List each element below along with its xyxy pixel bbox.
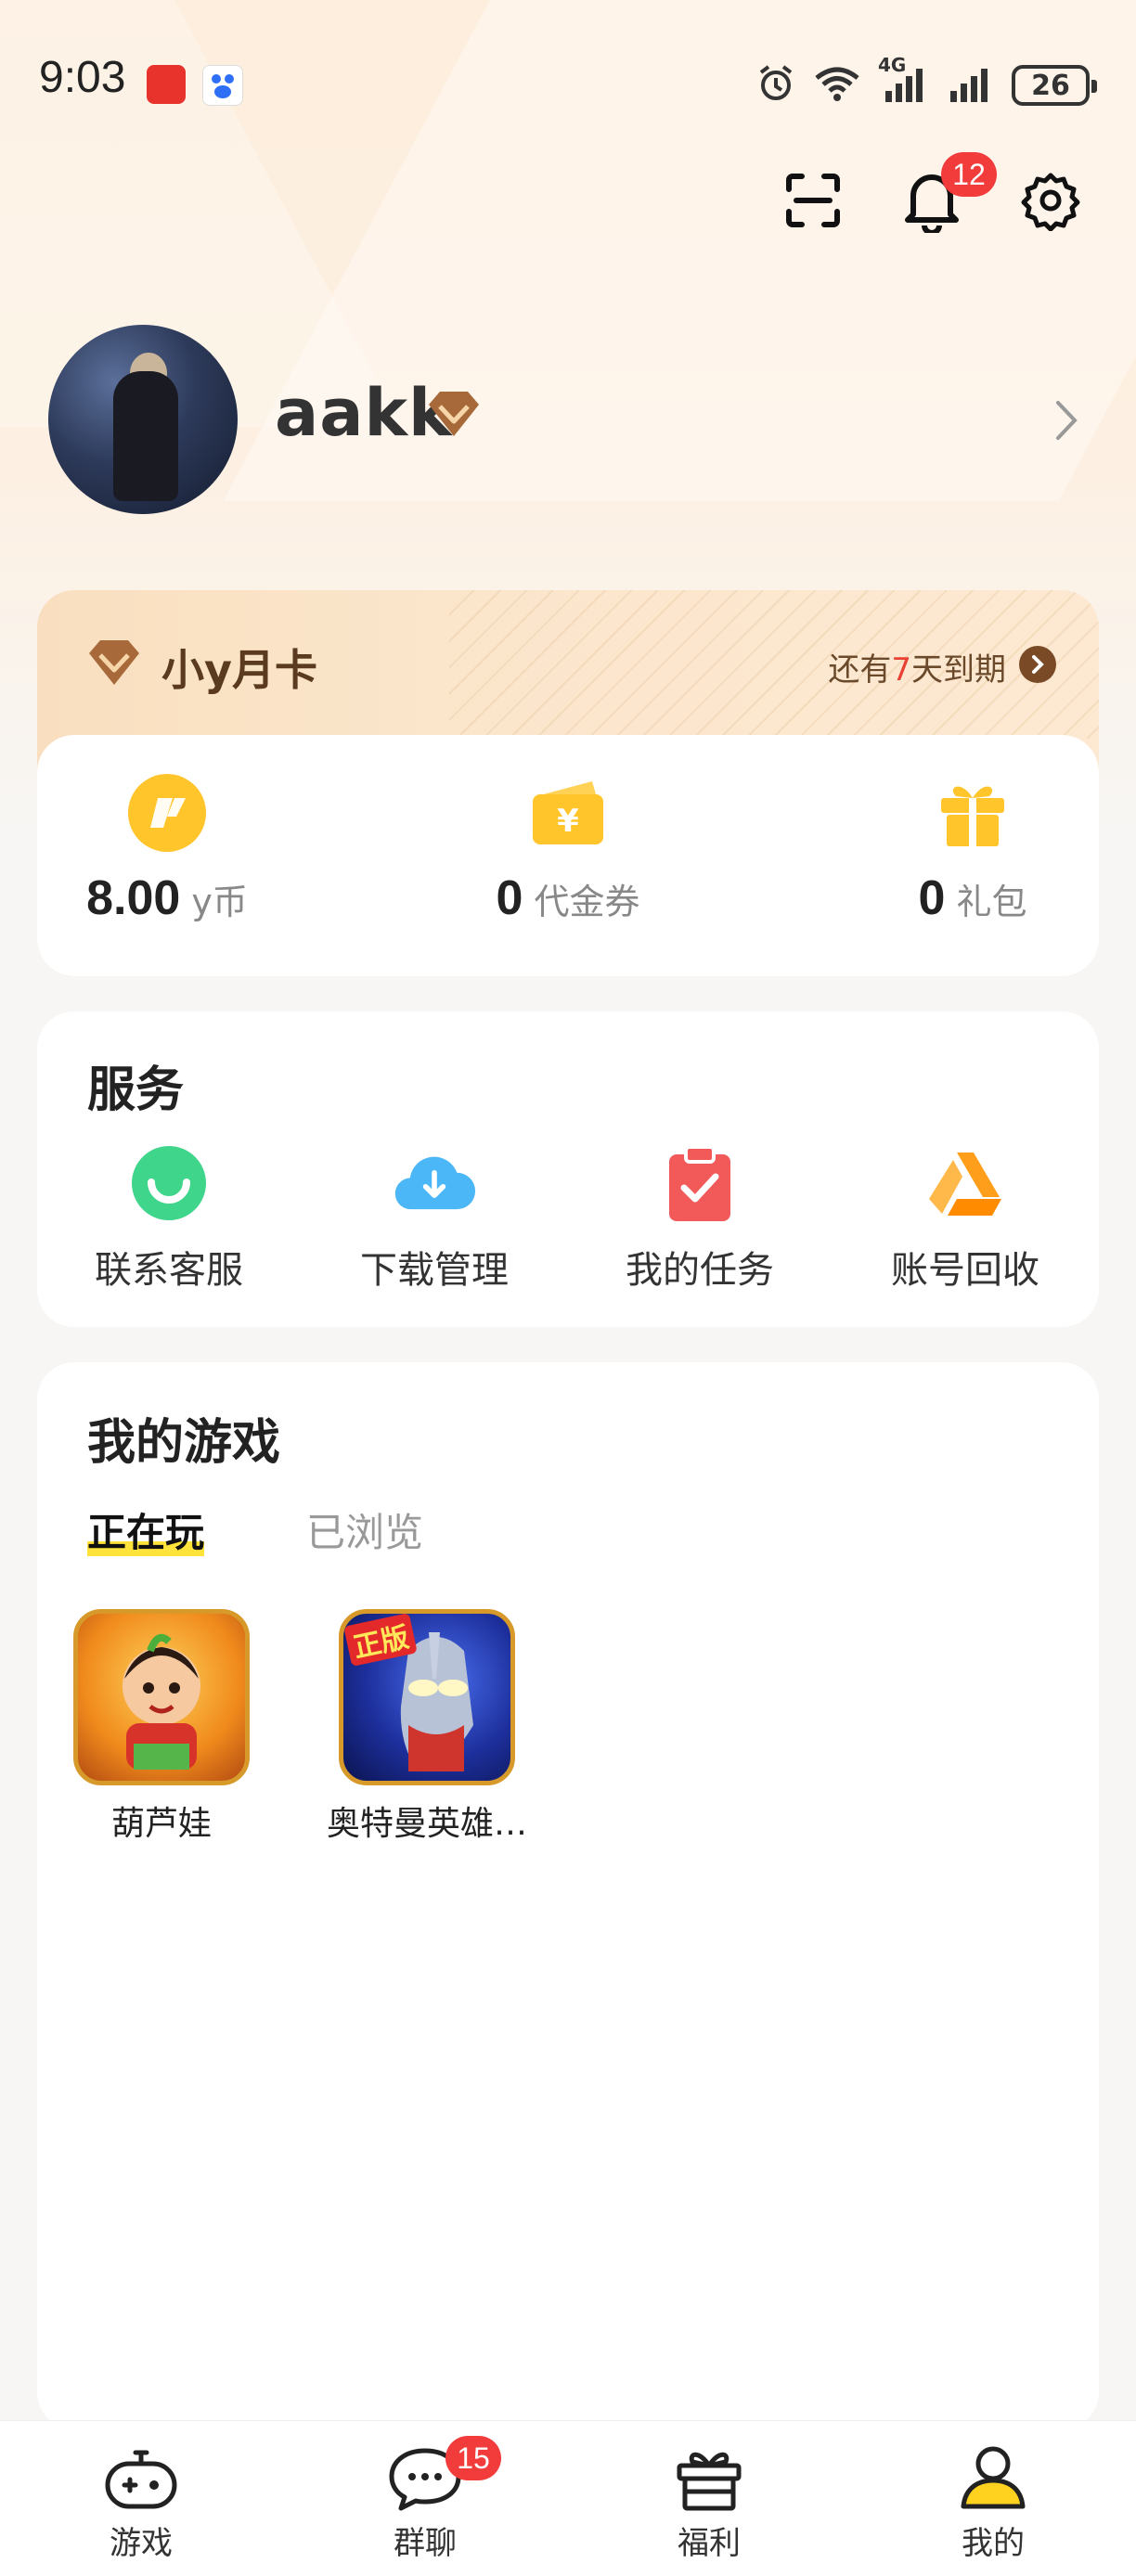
expiry-days: 7	[891, 651, 911, 689]
game-tabs: 正在玩 已浏览	[87, 1501, 423, 1558]
alarm-icon	[755, 63, 796, 108]
nav-mine[interactable]: 我的	[900, 2421, 1086, 2576]
expiry-suffix: 天到期	[911, 651, 1006, 689]
settings-button[interactable]	[1017, 167, 1084, 234]
wifi-icon	[813, 65, 861, 106]
huawei-app-icon	[147, 65, 186, 104]
service-my-tasks[interactable]: 我的任务	[598, 1141, 802, 1294]
services-card: 服务 联系客服 下载管理 我的任务 账号回收	[37, 1011, 1099, 1327]
nav-label: 群聊	[394, 2525, 457, 2562]
signal-icon	[947, 63, 995, 108]
y-coin-stat[interactable]: 8.00 y币	[65, 735, 269, 976]
nav-benefits[interactable]: 福利	[616, 2421, 802, 2576]
game-thumbnail	[73, 1609, 250, 1785]
notification-badge: 12	[941, 152, 997, 197]
nav-label: 游戏	[110, 2525, 173, 2562]
gift-pack-value: 0	[918, 871, 946, 925]
game-title: 葫芦娃	[110, 1805, 212, 1843]
service-label: 账号回收	[891, 1249, 1039, 1292]
y-coin-value: 8.00	[86, 871, 181, 925]
account-recycle-icon	[923, 1141, 1007, 1225]
scan-icon	[786, 174, 840, 227]
voucher-stat[interactable]: ¥ 0 代金券	[466, 735, 670, 976]
y-coin-unit: y币	[191, 882, 248, 922]
battery-indicator: 26	[1012, 65, 1097, 106]
nav-label: 福利	[678, 2525, 741, 2562]
header-actions: 12	[780, 152, 1084, 234]
customer-service-icon	[127, 1141, 211, 1225]
tab-playing[interactable]: 正在玩	[87, 1501, 205, 1558]
my-games-card: 我的游戏 正在玩 已浏览 葫芦娃 正版 奥特曼英雄…	[37, 1362, 1099, 2429]
status-bar: 9:03 4G 26	[0, 37, 1136, 134]
service-customer-support[interactable]: 联系客服	[67, 1141, 271, 1294]
network-type: 4G	[878, 54, 907, 76]
gift-pack-unit: 礼包	[956, 882, 1027, 922]
game-thumbnail: 正版	[339, 1609, 515, 1785]
services-title: 服务	[87, 1063, 185, 1118]
avatar-figure	[113, 371, 178, 501]
avatar[interactable]	[48, 325, 238, 514]
my-games-title: 我的游戏	[87, 1415, 281, 1471]
tab-browsed[interactable]: 已浏览	[306, 1501, 423, 1558]
game-title: 奥特曼英雄…	[326, 1805, 527, 1843]
nav-label: 我的	[962, 2525, 1025, 2562]
service-label: 联系客服	[95, 1249, 243, 1292]
voucher-value: 0	[496, 871, 523, 925]
gear-icon	[1021, 173, 1080, 231]
gamepad-icon	[102, 2443, 180, 2512]
battery-level: 26	[1031, 69, 1070, 102]
svg-text:¥: ¥	[557, 803, 579, 840]
game-item[interactable]: 正版 奥特曼英雄…	[316, 1609, 538, 1845]
game-item[interactable]: 葫芦娃	[50, 1609, 273, 1845]
gift-icon	[670, 2443, 748, 2512]
task-clipboard-icon	[658, 1141, 742, 1225]
membership-arrow-icon[interactable]	[1019, 646, 1056, 683]
service-account-recycle[interactable]: 账号回收	[863, 1141, 1067, 1294]
expiry-prefix: 还有	[828, 651, 892, 689]
bottom-navigation: 游戏 15 群聊 福利 我的	[0, 2420, 1136, 2576]
y-coin-icon	[126, 772, 208, 854]
group-chat-badge: 15	[445, 2436, 501, 2480]
membership-card[interactable]: 小y月卡 还有7天到期 8.00 y币 ¥ 0 代金券 0 礼包	[37, 590, 1099, 976]
status-time: 9:03	[39, 53, 126, 102]
vip-diamond-icon	[425, 388, 483, 444]
voucher-unit: 代金券	[534, 882, 640, 922]
membership-expiry: 还有7天到期	[828, 644, 1006, 689]
gift-pack-icon	[932, 772, 1013, 854]
membership-diamond-icon	[85, 637, 143, 692]
signal-4g-icon: 4G	[878, 54, 930, 108]
user-icon	[954, 2443, 1032, 2512]
chat-icon: 15	[386, 2436, 501, 2512]
voucher-icon: ¥	[527, 772, 609, 854]
nav-games[interactable]: 游戏	[48, 2421, 234, 2576]
gift-pack-stat[interactable]: 0 礼包	[871, 735, 1075, 976]
profile-chevron-icon[interactable]	[1052, 399, 1080, 445]
nav-group-chat[interactable]: 15 群聊	[332, 2421, 518, 2576]
service-download-manager[interactable]: 下载管理	[332, 1141, 536, 1294]
service-label: 我的任务	[626, 1249, 774, 1292]
cloud-download-icon	[393, 1141, 476, 1225]
membership-title: 小y月卡	[161, 645, 317, 695]
membership-stats: 8.00 y币 ¥ 0 代金券 0 礼包	[37, 735, 1099, 976]
service-label: 下载管理	[360, 1249, 509, 1292]
scan-button[interactable]	[780, 167, 846, 234]
baidu-app-icon	[202, 65, 243, 106]
notification-button[interactable]: 12	[898, 152, 997, 234]
